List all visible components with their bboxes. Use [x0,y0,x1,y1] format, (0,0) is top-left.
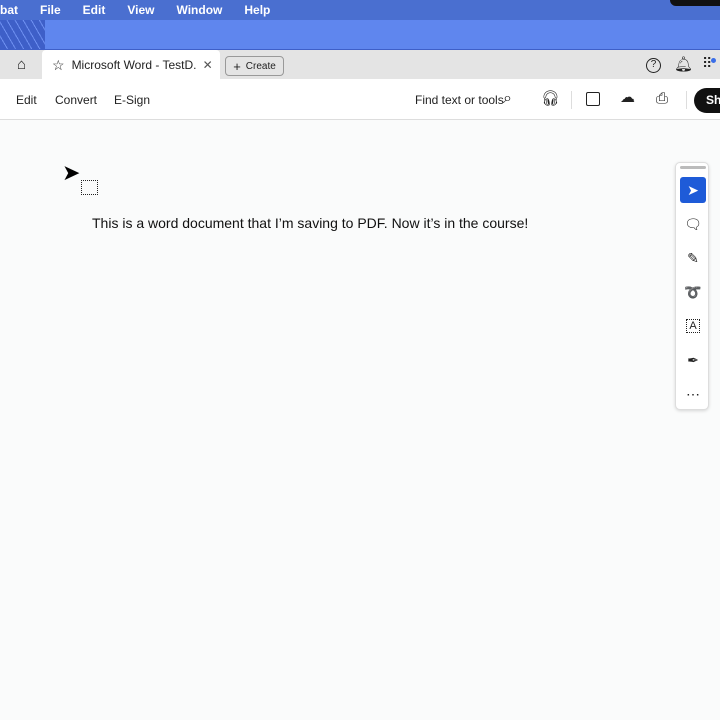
menu-view[interactable]: View [127,3,154,17]
esign-tool[interactable]: E-Sign [114,93,150,107]
sign-tool-icon[interactable]: ✒︎ [680,347,706,373]
notch [670,0,720,6]
toolbar: Edit Convert E-Sign Find text or tools ⌕… [0,79,720,120]
cloud-upload-icon[interactable]: ☁︎ [620,90,635,105]
wallpaper-pattern [0,20,45,49]
tab-title: Microsoft Word - TestD... [71,58,197,72]
home-icon[interactable]: ⌂ [17,57,26,72]
comment-tool-icon[interactable]: 🗨︎ [680,211,706,237]
menu-window[interactable]: Window [176,3,222,17]
share-button[interactable]: Sh [694,88,720,113]
tab-document[interactable]: ☆ Microsoft Word - TestD... ✕ [42,50,220,80]
close-tab-icon[interactable]: ✕ [203,58,213,72]
print-icon[interactable]: ⎙ [656,91,668,106]
quick-tools-rail: ➤ 🗨︎ ✎ ➰ A ✒︎ ⋯ [675,162,709,410]
search-tools[interactable]: Find text or tools [415,93,504,107]
mouse-cursor-icon: ➤ [62,160,81,185]
menu-bar: bat File Edit View Window Help [0,0,720,20]
help-icon[interactable]: ? [646,58,661,73]
selection-marquee [81,180,98,195]
create-button[interactable]: + Create [225,56,284,76]
share-label: Sh [706,93,720,107]
headphones-icon[interactable]: 🎧︎ [541,91,560,106]
tab-bar: ⌂ ☆ Microsoft Word - TestD... ✕ + Create… [0,49,720,80]
menu-app[interactable]: bat [0,3,18,17]
convert-tool[interactable]: Convert [55,93,97,107]
menu-file[interactable]: File [40,3,61,17]
window-chrome [0,20,720,49]
edit-tool[interactable]: Edit [16,93,37,107]
plus-icon: + [233,58,241,74]
create-label: Create [245,60,276,72]
select-tool-icon[interactable]: ➤ [680,177,706,203]
bell-icon[interactable]: 🔔︎ [674,57,693,72]
drag-handle[interactable] [680,166,706,169]
notification-dot [711,58,716,63]
menu-help[interactable]: Help [244,3,270,17]
highlight-tool-icon[interactable]: ✎ [680,245,706,271]
search-icon[interactable]: ⌕ [503,91,512,107]
more-tools-icon[interactable]: ⋯ [680,381,706,407]
text-select-tool-icon[interactable]: A [680,313,706,339]
document-text[interactable]: This is a word document that I’m saving … [92,215,528,231]
save-icon[interactable] [586,92,600,106]
divider [571,91,572,109]
menu-edit[interactable]: Edit [83,3,106,17]
draw-tool-icon[interactable]: ➰ [680,279,706,305]
divider [686,91,687,109]
star-icon[interactable]: ☆ [52,57,65,74]
